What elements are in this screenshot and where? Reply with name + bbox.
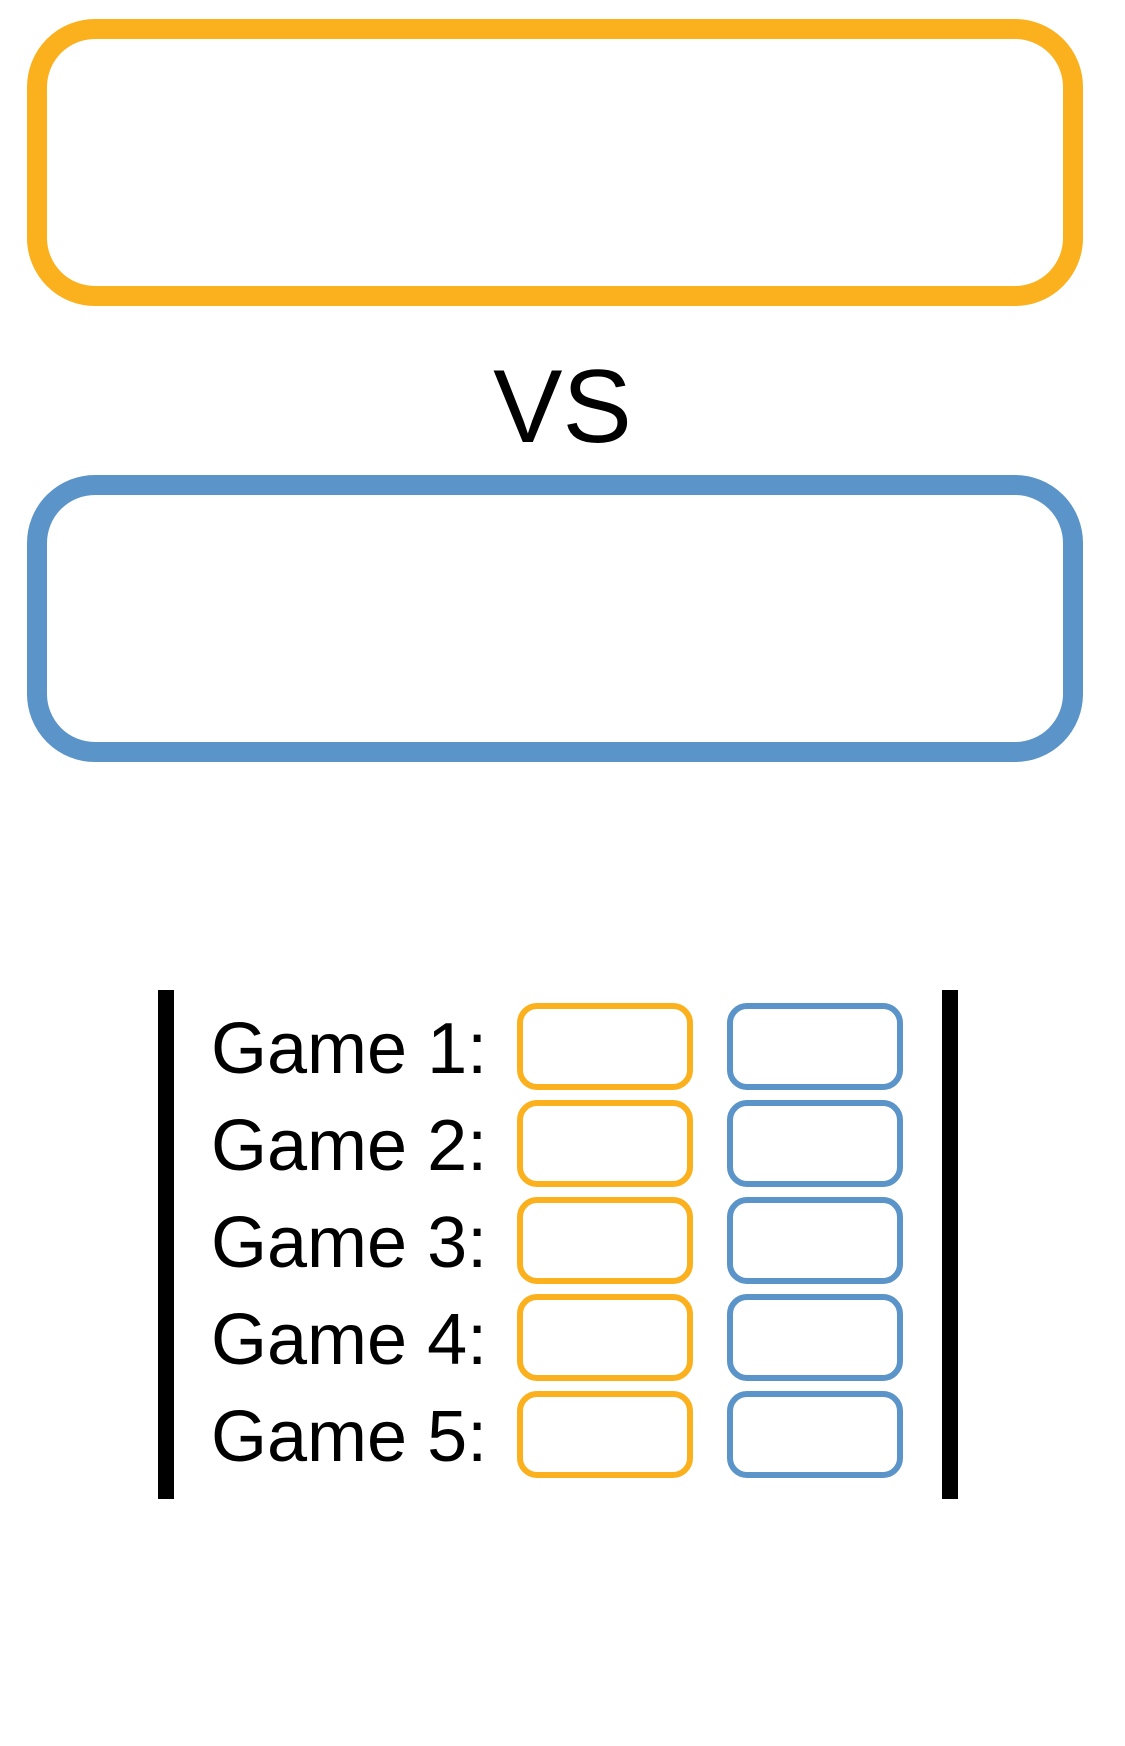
- scoreboard-right-bar: [942, 990, 958, 1499]
- team1-score-box[interactable]: [517, 1197, 693, 1284]
- team2-score-box[interactable]: [727, 1294, 903, 1381]
- game-scores-table: Game 1: Game 2: Game 3: Game 4: Game 5:: [211, 1003, 911, 1488]
- team2-score-box[interactable]: [727, 1100, 903, 1187]
- game-label: Game 4:: [211, 1300, 488, 1380]
- game-label: Game 2:: [211, 1106, 488, 1186]
- game-label: Game 3:: [211, 1203, 488, 1283]
- team1-score-box[interactable]: [517, 1294, 693, 1381]
- team1-score-box[interactable]: [517, 1391, 693, 1478]
- team2-name-box[interactable]: [27, 475, 1083, 762]
- game-label: Game 5:: [211, 1397, 488, 1477]
- scoreboard-left-bar: [158, 990, 174, 1499]
- game-label: Game 1:: [211, 1009, 488, 1089]
- team1-score-box[interactable]: [517, 1003, 693, 1090]
- game-row-2: Game 2:: [211, 1100, 911, 1197]
- versus-label: VS: [493, 349, 632, 465]
- team2-score-box[interactable]: [727, 1197, 903, 1284]
- team1-score-box[interactable]: [517, 1100, 693, 1187]
- team1-name-box[interactable]: [27, 19, 1083, 306]
- team2-score-box[interactable]: [727, 1003, 903, 1090]
- game-row-4: Game 4:: [211, 1294, 911, 1391]
- game-row-1: Game 1:: [211, 1003, 911, 1100]
- game-row-3: Game 3:: [211, 1197, 911, 1294]
- team2-score-box[interactable]: [727, 1391, 903, 1478]
- game-row-5: Game 5:: [211, 1391, 911, 1488]
